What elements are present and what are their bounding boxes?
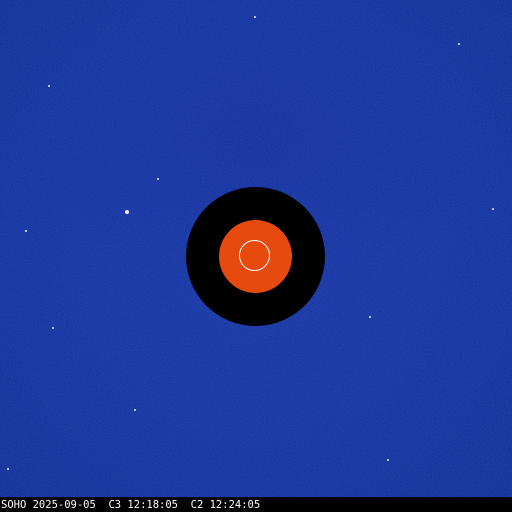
image-caption: SOHO 2025-09-05 C3 12:18:05 C2 12:24:05 (1, 499, 261, 511)
coronagraph-image: SOHO 2025-09-05 C3 12:18:05 C2 12:24:05 (0, 0, 512, 512)
star (157, 178, 159, 180)
sun-size-outline (239, 240, 270, 271)
star (369, 316, 371, 318)
star (7, 468, 9, 470)
star (458, 43, 460, 45)
star (134, 409, 136, 411)
star (492, 208, 494, 210)
star (52, 327, 54, 329)
star (387, 459, 389, 461)
star (254, 16, 256, 18)
star (125, 210, 129, 214)
star (25, 230, 27, 232)
star (48, 85, 50, 87)
